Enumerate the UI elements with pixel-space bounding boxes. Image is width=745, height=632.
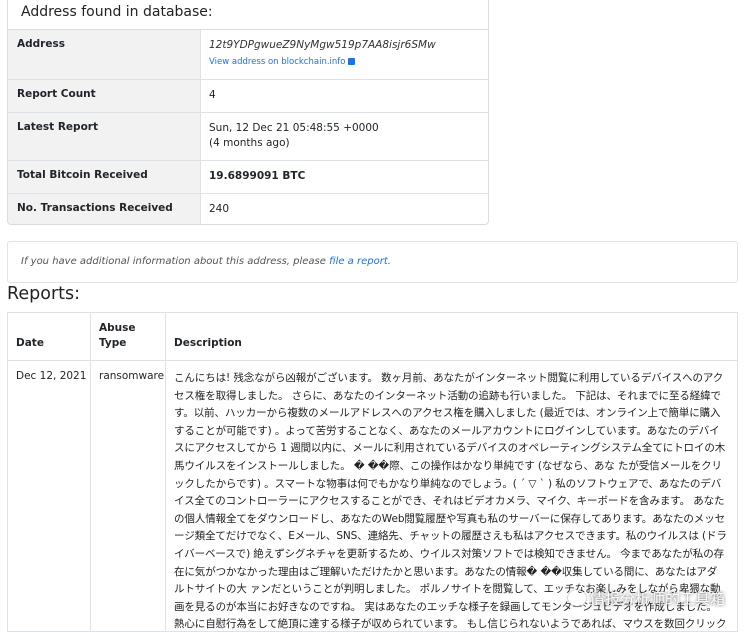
col-description: Description	[174, 337, 242, 349]
table-header: Date Abuse Type Description	[8, 313, 737, 361]
transactions-label: No. Transactions Received	[8, 194, 201, 224]
col-date: Date	[8, 313, 91, 360]
report-count-label: Report Count	[8, 80, 201, 112]
address-value[interactable]: 12t9YDPgwueZ9NyMgw519p7AA8isjr6SMw	[209, 39, 436, 51]
row-address: Address 12t9YDPgwueZ9NyMgw519p7AA8isjr6S…	[8, 30, 488, 80]
col-abuse-type: Abuse Type	[91, 313, 166, 360]
chat-bubble-icon	[567, 590, 586, 606]
latest-report-value: Sun, 12 Dec 21 05:48:55 +0000 (4 months …	[209, 122, 379, 149]
blockchain-link[interactable]: View address on blockchain.info	[209, 55, 488, 70]
info-box: If you have additional information about…	[7, 241, 738, 283]
card-header: Address found in database:	[8, 0, 488, 30]
report-type: ransomware	[91, 361, 166, 631]
row-total-btc: Total Bitcoin Received 19.6899091 BTC	[8, 161, 488, 194]
report-date: Dec 12, 2021	[8, 361, 91, 631]
row-report-count: Report Count 4	[8, 80, 488, 113]
row-transactions: No. Transactions Received 240	[8, 194, 488, 224]
reports-heading: Reports:	[7, 284, 81, 304]
report-count-value: 4	[209, 89, 216, 101]
watermark: 情报分析师的工具箱	[567, 588, 725, 609]
total-btc-value: 19.6899091 BTC	[209, 170, 306, 182]
reports-table: Date Abuse Type Description Dec 12, 2021…	[7, 312, 738, 632]
address-label: Address	[8, 30, 201, 79]
total-btc-label: Total Bitcoin Received	[8, 161, 201, 193]
address-value-cell: 12t9YDPgwueZ9NyMgw519p7AA8isjr6SMw View …	[201, 30, 488, 79]
transactions-value: 240	[209, 203, 230, 215]
latest-report-label: Latest Report	[8, 113, 201, 160]
info-text: If you have additional information about…	[21, 256, 326, 267]
external-link-icon	[348, 58, 356, 65]
file-report-link[interactable]: file a report	[329, 256, 388, 267]
row-latest-report: Latest Report Sun, 12 Dec 21 05:48:55 +0…	[8, 113, 488, 161]
address-card: Address found in database: Address 12t9Y…	[7, 0, 489, 225]
